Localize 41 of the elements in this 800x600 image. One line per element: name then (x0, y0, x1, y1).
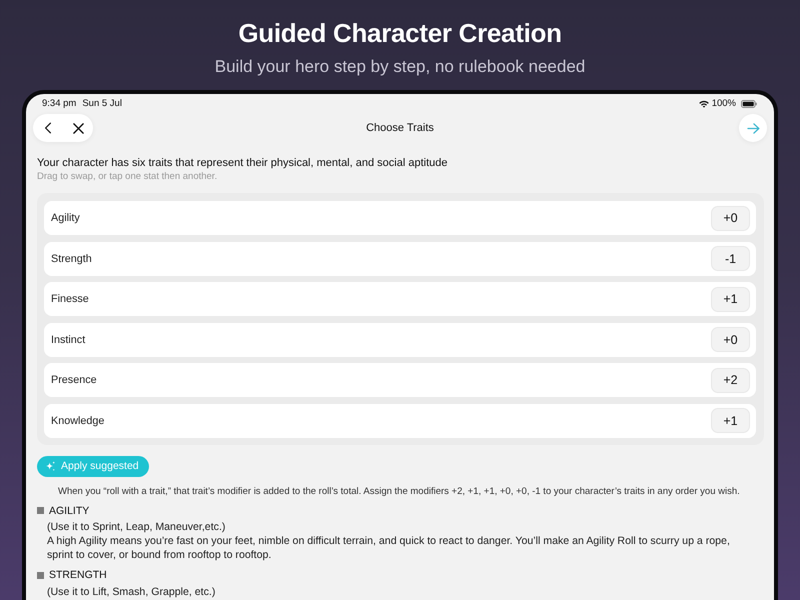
battery-icon (741, 100, 757, 108)
trait-modifier: +0 (711, 327, 750, 352)
status-date: Sun 5 Jul (82, 98, 122, 110)
intro-hint: Drag to swap, or tap one stat then another. (37, 171, 218, 183)
trait-row[interactable]: Presence +2 (44, 363, 756, 398)
trait-name: Finesse (51, 293, 89, 306)
section-title: STRENGTH (49, 569, 107, 582)
sparkle-icon (45, 460, 56, 472)
page-subtitle: Build your hero step by step, no rulebook needed (214, 57, 586, 77)
square-bullet-icon (37, 507, 44, 514)
wifi-icon (698, 100, 709, 108)
trait-description: A high Agility means you’re fast on your feet, nimble on difficult terrain, and quick to react to danger. You’ll make an Agility Roll to scurry up a rope, sprint to cover, or bound from rooftop to rooftop. (46, 534, 731, 562)
trait-modifier: -1 (711, 246, 750, 272)
status-time: 9:34 pm (42, 98, 76, 110)
screen-title: Choose Traits (366, 122, 434, 134)
trait-row[interactable]: Agility +0 (44, 201, 756, 235)
square-bullet-icon (37, 572, 44, 579)
trait-modifier: +0 (711, 206, 750, 230)
trait-modifier: +1 (711, 408, 750, 434)
trait-row[interactable]: Strength -1 (44, 242, 756, 276)
next-button[interactable] (739, 114, 767, 142)
section-title: AGILITY (49, 504, 90, 517)
explanation-text: When you “roll with a trait,” that trait’s modifier is added to the roll’s total. Assign the modifiers +2, +1, +1, +0, +0, -1 to your character’s traits in any order you wish. (58, 484, 741, 498)
trait-usage: (Use it to Sprint, Leap, Maneuver,etc.) (46, 520, 226, 534)
arrow-right-icon (746, 122, 760, 134)
trait-modifier: +2 (711, 368, 750, 393)
trait-row[interactable]: Knowledge +1 (44, 404, 756, 438)
trait-row[interactable]: Finesse +1 (44, 282, 756, 316)
trait-name: Knowledge (51, 414, 104, 427)
page-title: Guided Character Creation (237, 18, 563, 48)
chevron-left-icon (44, 122, 52, 134)
trait-name: Presence (51, 374, 97, 386)
trait-name: Instinct (51, 334, 86, 346)
intro-heading: Your character has six traits that represent their physical, mental, and social aptitude (37, 156, 448, 170)
trait-name: Agility (51, 212, 80, 224)
trait-name: Strength (51, 252, 92, 265)
trait-row[interactable]: Instinct +0 (44, 322, 756, 357)
close-icon (72, 122, 84, 134)
trait-usage: (Use it to Lift, Smash, Grapple, etc.) (46, 584, 216, 599)
battery-percent: 100% (712, 98, 736, 110)
trait-modifier: +1 (711, 286, 750, 312)
